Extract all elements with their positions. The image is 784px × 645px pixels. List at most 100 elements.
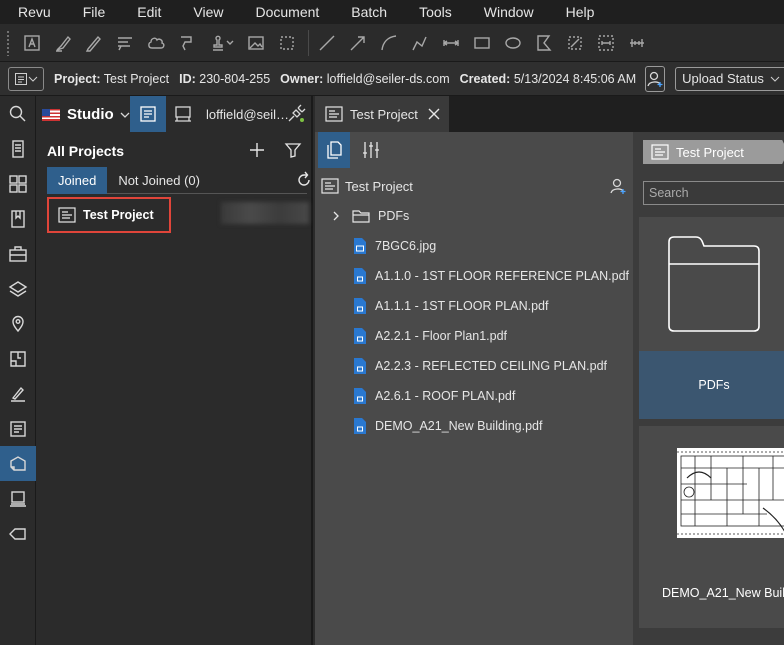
file-item[interactable]: A2.2.3 - REFLECTED CEILING PLAN.pdf: [353, 356, 607, 376]
studio-user-account[interactable]: loffield@seil…: [206, 107, 289, 122]
file-label: A2.2.3 - REFLECTED CEILING PLAN.pdf: [375, 359, 608, 373]
dimension-icon[interactable]: [437, 28, 464, 58]
menu-edit[interactable]: Edit: [121, 0, 177, 24]
cloud-icon[interactable]: [142, 28, 169, 58]
bookmarks-icon[interactable]: [0, 201, 36, 236]
polyline-icon[interactable]: [406, 28, 433, 58]
crop-icon[interactable]: [561, 28, 588, 58]
menu-view[interactable]: View: [177, 0, 239, 24]
file-item[interactable]: DEMO_A21_New Building.pdf: [353, 416, 542, 436]
close-icon[interactable]: [427, 107, 441, 121]
project-tabs: Joined Not Joined (0): [47, 167, 310, 194]
image-icon[interactable]: [242, 28, 269, 58]
search-icon[interactable]: [0, 96, 36, 131]
tile-label: PDFs: [639, 351, 784, 419]
menu-window[interactable]: Window: [468, 0, 550, 24]
project-menu-dropdown[interactable]: [8, 66, 44, 91]
studio-sessions-button[interactable]: [168, 96, 198, 132]
location-icon[interactable]: [0, 306, 36, 341]
toolbar-grip[interactable]: [6, 29, 10, 56]
tag-icon[interactable]: [0, 516, 36, 551]
pen-icon[interactable]: [80, 28, 107, 58]
file-label: A2.6.1 - ROOF PLAN.pdf: [375, 389, 516, 403]
project-file-panel: Test Project PDFs 7BGC6.jpg A1.1.0 - 1ST…: [315, 132, 633, 645]
file-tree-root[interactable]: Test Project: [321, 178, 413, 194]
folder-pdfs[interactable]: PDFs: [332, 206, 409, 226]
floor-plan-thumbnail: [677, 448, 784, 538]
project-info-bar: Project: Test Project ID: 230-804-255 Ow…: [0, 62, 784, 96]
project-id-info: ID: 230-804-255: [179, 72, 270, 86]
pdf-file-icon: [354, 298, 366, 314]
tab-not-joined[interactable]: Not Joined (0): [107, 167, 211, 194]
document-tab-test-project[interactable]: Test Project: [315, 96, 449, 132]
markups-list-icon[interactable]: [0, 411, 36, 446]
project-item-label: Test Project: [83, 208, 154, 222]
tile-label: DEMO_A21_New Building: [662, 586, 784, 600]
settings-sliders-button[interactable]: [355, 132, 387, 168]
breadcrumb-label: Test Project: [676, 144, 744, 160]
line-icon[interactable]: [313, 28, 340, 58]
studio-title[interactable]: Studio: [67, 106, 114, 123]
connection-plug-icon[interactable]: [286, 104, 306, 124]
breadcrumb[interactable]: Test Project: [643, 140, 784, 164]
user-add-icon[interactable]: [608, 176, 628, 196]
file-item[interactable]: A1.1.0 - 1ST FLOOR REFERENCE PLAN.pdf: [353, 266, 629, 286]
grid-icon[interactable]: [0, 166, 36, 201]
arc-icon[interactable]: [375, 28, 402, 58]
stamp-dropdown-icon[interactable]: [204, 28, 238, 58]
file-item[interactable]: A1.1.1 - 1ST FLOOR PLAN.pdf: [353, 296, 548, 316]
signatures-icon[interactable]: [0, 376, 36, 411]
project-list-item[interactable]: Test Project: [47, 197, 171, 233]
folder-tile-pdfs[interactable]: PDFs: [639, 217, 784, 419]
us-flag-icon: [42, 108, 60, 121]
menu-tools[interactable]: Tools: [403, 0, 468, 24]
add-project-icon[interactable]: [248, 141, 266, 159]
file-label: A1.1.1 - 1ST FLOOR PLAN.pdf: [375, 299, 549, 313]
measure-length-icon[interactable]: [623, 28, 650, 58]
highlighter-icon[interactable]: [49, 28, 76, 58]
file-item[interactable]: A2.2.1 - Floor Plan1.pdf: [353, 326, 507, 346]
file-item[interactable]: 7BGC6.jpg: [353, 236, 436, 256]
files-view-button[interactable]: [318, 132, 350, 168]
upload-status-dropdown[interactable]: Upload Status: [675, 66, 784, 91]
thumbnails-icon[interactable]: [0, 131, 36, 166]
folder-icon: [352, 210, 370, 223]
project-owner-info: Owner: loffield@seiler-ds.com: [280, 72, 449, 86]
image-file-icon: [354, 238, 366, 254]
menu-file[interactable]: File: [67, 0, 122, 24]
attendees-button[interactable]: [645, 65, 666, 92]
user-add-icon: [647, 71, 663, 87]
measure-area-icon[interactable]: [592, 28, 619, 58]
search-input[interactable]: Search: [643, 181, 784, 205]
spaces-icon[interactable]: [0, 341, 36, 376]
chevron-down-icon[interactable]: [120, 110, 130, 120]
sets-icon[interactable]: [0, 481, 36, 516]
text-box-icon[interactable]: [18, 28, 45, 58]
sliders-icon: [363, 142, 379, 158]
chevron-right-icon[interactable]: [332, 211, 340, 221]
polygon-icon[interactable]: [530, 28, 557, 58]
pdf-file-icon: [354, 418, 366, 434]
studio-header: Studio loffield@seil…: [36, 96, 311, 133]
menu-help[interactable]: Help: [550, 0, 611, 24]
upload-status-label: Upload Status: [682, 71, 764, 86]
file-tile-demo[interactable]: DEMO_A21_New Building: [639, 426, 784, 628]
snapshot-icon[interactable]: [273, 28, 300, 58]
layers-icon[interactable]: [0, 271, 36, 306]
studio-projects-button[interactable]: [130, 96, 166, 132]
filter-icon[interactable]: [284, 141, 302, 159]
studio-icon[interactable]: [0, 446, 36, 481]
stamp-icon[interactable]: [173, 28, 200, 58]
tab-joined[interactable]: Joined: [47, 167, 108, 194]
rectangle-icon[interactable]: [468, 28, 495, 58]
arrow-icon[interactable]: [344, 28, 371, 58]
refresh-icon[interactable]: [295, 171, 313, 189]
menu-revu[interactable]: Revu: [0, 0, 67, 24]
menu-document[interactable]: Document: [239, 0, 335, 24]
file-item[interactable]: A2.6.1 - ROOF PLAN.pdf: [353, 386, 515, 406]
project-icon: [651, 144, 669, 160]
menu-batch[interactable]: Batch: [335, 0, 403, 24]
callout-icon[interactable]: [111, 28, 138, 58]
toolchest-icon[interactable]: [0, 236, 36, 271]
ellipse-icon[interactable]: [499, 28, 526, 58]
